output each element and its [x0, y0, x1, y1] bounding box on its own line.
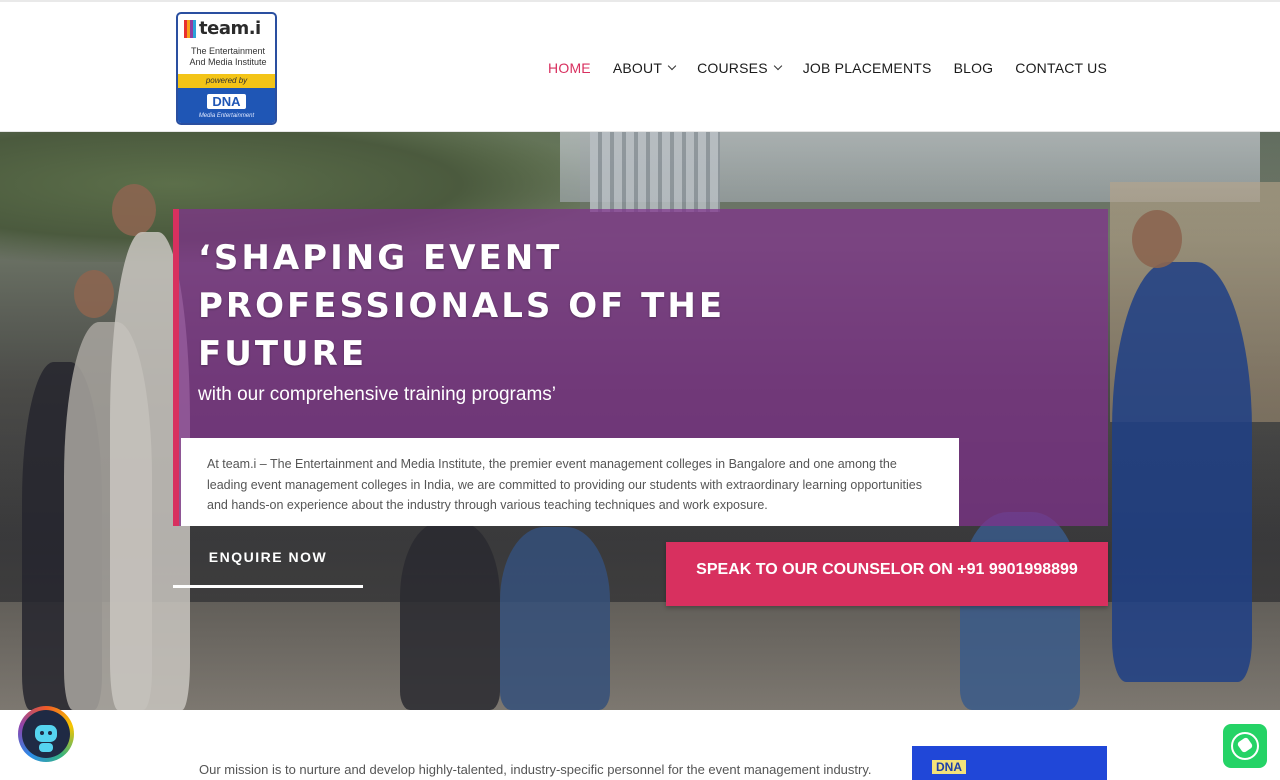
nav-item-label: CONTACT US — [1015, 60, 1107, 76]
nav-item-label: JOB PLACEMENTS — [802, 60, 932, 76]
chevron-down-icon — [667, 61, 677, 71]
hero-title-line1: ‘SHAPING EVENT — [198, 238, 563, 278]
nav-item-courses[interactable]: COURSES — [697, 60, 782, 76]
nav-item-contact-us[interactable]: CONTACT US — [1015, 60, 1107, 76]
nav-item-label: COURSES — [697, 60, 768, 76]
robot-body — [39, 743, 53, 752]
chevron-down-icon — [773, 61, 782, 71]
robot-face-icon — [35, 725, 57, 742]
photo-person — [1112, 262, 1252, 682]
logo-dna: DNA — [207, 94, 246, 109]
nav-item-job-placements[interactable]: JOB PLACEMENTS — [803, 60, 932, 76]
nav-item-label: BLOG — [953, 60, 994, 76]
photo-person-head — [112, 184, 156, 236]
enquire-now-label: ENQUIRE NOW — [208, 549, 328, 565]
hero-background-ground — [0, 602, 1280, 710]
nav-item-label: ABOUT — [612, 60, 663, 76]
logo-powered-by: powered by — [178, 74, 275, 88]
logo-word: team.i — [199, 18, 261, 39]
hero-title-line3: FUTURE — [198, 334, 368, 374]
counselor-call-button[interactable]: SPEAK TO OUR COUNSELOR ON +91 9901998899 — [666, 542, 1108, 606]
chatbot-icon[interactable] — [18, 706, 74, 762]
logo-dna-block: DNA Media Entertainment — [178, 88, 275, 123]
nav-item-about[interactable]: ABOUT — [612, 60, 677, 76]
hero-title-line2: PROFESSIONALS OF THE — [198, 286, 726, 326]
mission-text: Our mission is to nurture and develop hi… — [199, 762, 872, 777]
robot-eye — [48, 731, 52, 735]
promo-dna-label: DNA — [932, 760, 966, 774]
photo-person — [400, 522, 500, 710]
hero-section: ‘SHAPING EVENT PROFESSIONALS OF THE FUTU… — [0, 132, 1280, 710]
hero-accent-bar — [173, 209, 179, 526]
hero-background-building — [590, 132, 720, 212]
enquire-now-button[interactable]: ENQUIRE NOW — [173, 543, 363, 588]
logo-tagline: Media Entertainment — [198, 113, 255, 119]
logo-wordmark: team.i — [184, 18, 261, 39]
photo-person — [500, 527, 610, 710]
nav-item-label: HOME — [548, 60, 591, 76]
whatsapp-icon[interactable] — [1223, 724, 1267, 768]
site-header: team.i The Entertainment And Media Insti… — [0, 0, 1280, 132]
hero-title: ‘SHAPING EVENT PROFESSIONALS OF THE FUTU… — [198, 234, 758, 378]
hero-intro-box: At team.i – The Entertainment and Media … — [181, 438, 959, 526]
hero-subtitle: with our comprehensive training programs… — [198, 384, 556, 405]
logo-color-bars — [184, 19, 196, 38]
promo-image: DNA — [912, 746, 1107, 780]
chatbot-icon-inner — [22, 710, 70, 758]
main-nav: HOME ABOUT COURSES JOB PLACEMENTS BLOG C… — [548, 60, 1107, 76]
nav-item-home[interactable]: HOME — [548, 60, 591, 76]
hero-intro-text: At team.i – The Entertainment and Media … — [207, 457, 922, 512]
logo-subtitle-line1: The Entertainment — [190, 46, 266, 56]
nav-item-blog[interactable]: BLOG — [954, 60, 994, 76]
robot-eye — [40, 731, 44, 735]
photo-person-head — [74, 270, 114, 318]
logo-subtitle: The Entertainment And Media Institute — [182, 46, 274, 68]
photo-person-head — [1132, 210, 1182, 268]
site-logo[interactable]: team.i The Entertainment And Media Insti… — [176, 12, 277, 125]
logo-subtitle-line2: And Media Institute — [189, 57, 267, 67]
enquire-underline — [173, 585, 363, 588]
